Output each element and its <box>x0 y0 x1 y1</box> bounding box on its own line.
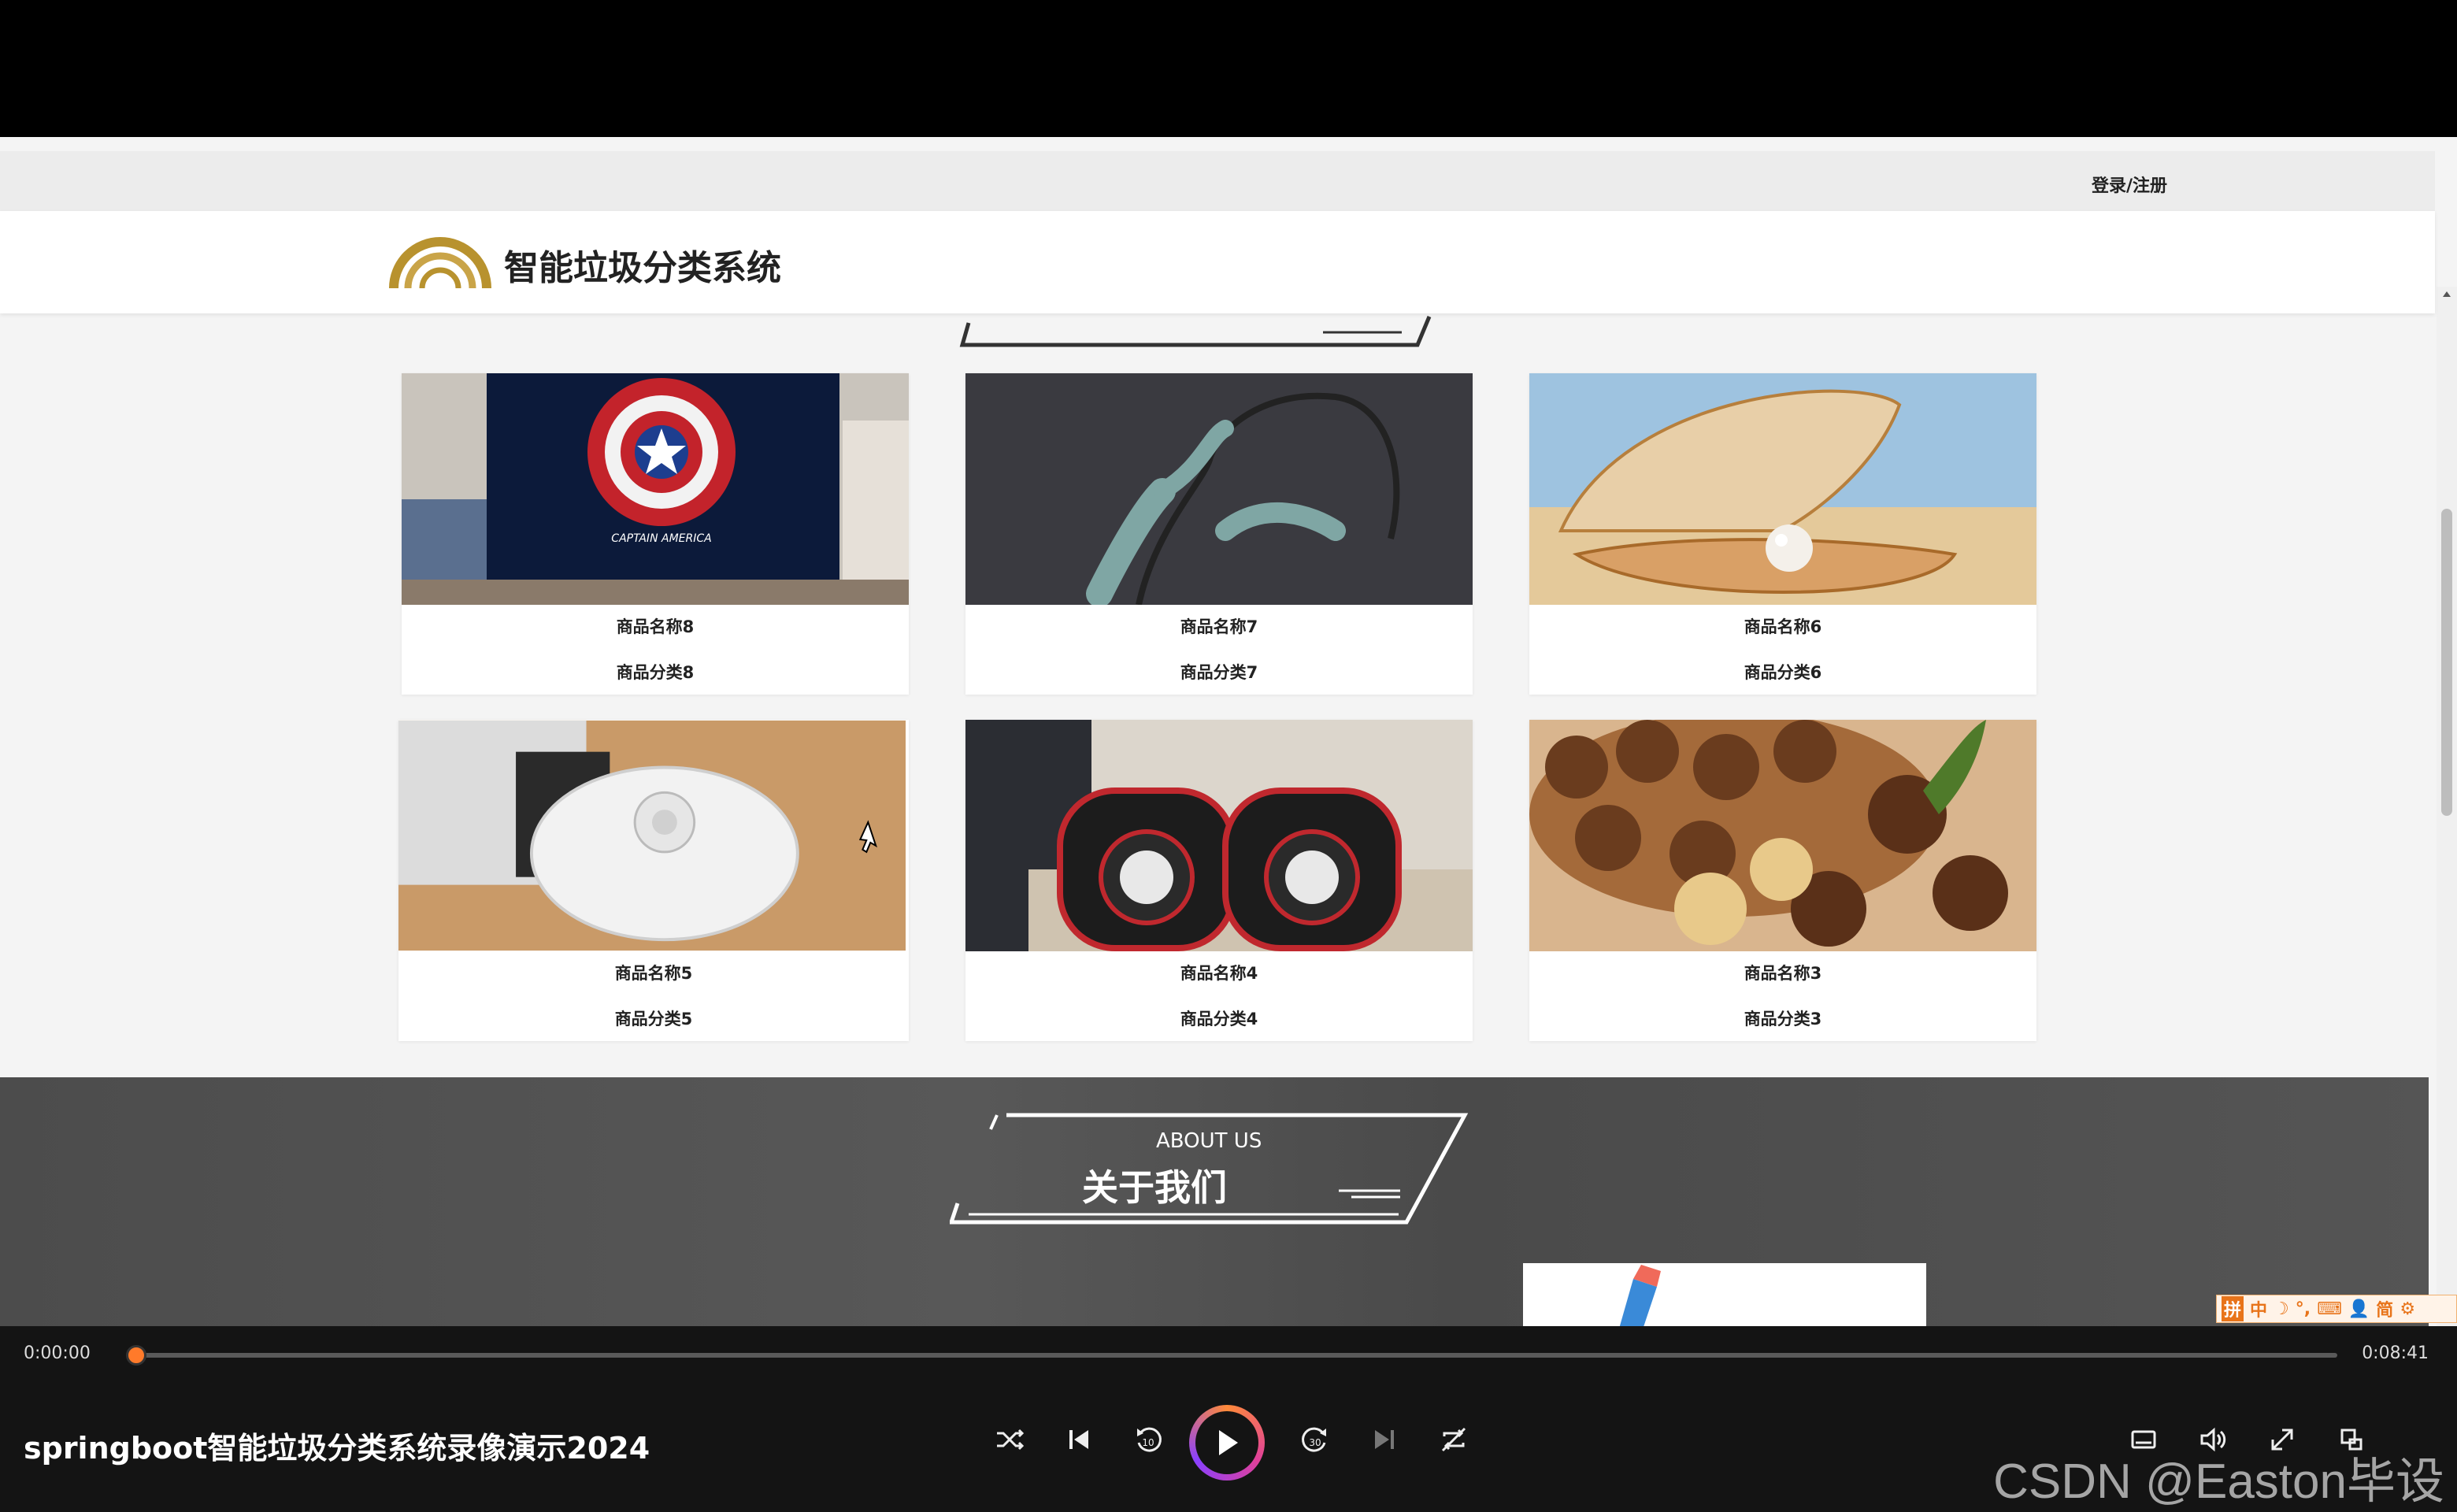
product-card-8[interactable]: CAPTAIN AMERICA 商品名称8 商品分类8 <box>402 373 909 695</box>
site-title: 智能垃圾分类系统 <box>504 248 781 288</box>
scroll-up-arrow-icon[interactable] <box>2443 291 2451 297</box>
ime-moon-icon[interactable]: ☽ <box>2274 1299 2289 1319</box>
product-category: 商品分类5 <box>614 1010 693 1028</box>
video-title: springboot智能垃圾分类系统录像演示2024 <box>24 1431 650 1466</box>
bone-conduction-headphones-image <box>965 373 1473 605</box>
play-button-inner <box>1195 1411 1258 1474</box>
forward-30-icon: 30 <box>1302 1427 1326 1452</box>
progress-handle[interactable] <box>126 1345 146 1366</box>
play-icon <box>1219 1430 1238 1455</box>
robot-vacuum-image <box>398 720 909 951</box>
product-card-3[interactable]: 商品名称3 商品分类3 <box>1529 720 2036 1041</box>
current-time: 0:00:00 <box>24 1343 91 1363</box>
product-name: 商品名称6 <box>1744 617 1822 636</box>
loop-button[interactable] <box>1430 1416 1477 1463</box>
ime-chinese-mode[interactable]: 中 <box>2250 1296 2267 1321</box>
ime-punctuation-icon[interactable]: °, <box>2296 1299 2311 1319</box>
about-image <box>1523 1263 1926 1326</box>
duration: 0:08:41 <box>2362 1343 2429 1363</box>
vertical-scrollbar[interactable] <box>2437 287 2457 1326</box>
video-player-controls: 0:00:00 0:08:41 springboot智能垃圾分类系统录像演示20… <box>0 1326 2457 1512</box>
webpage-viewport: 登录/注册 智能垃圾分类系统 CAPTAIN AMERICA 商品名称8 商品分… <box>0 137 2457 1326</box>
section-title-decoration <box>959 316 1432 347</box>
scrollbar-thumb[interactable] <box>2441 509 2452 816</box>
ime-simplified-mode[interactable]: 简 <box>2376 1296 2393 1321</box>
shuffle-button[interactable] <box>986 1416 1033 1463</box>
tv-caption: CAPTAIN AMERICA <box>611 532 711 545</box>
top-bar: 登录/注册 <box>0 151 2435 216</box>
product-category: 商品分类4 <box>1180 1010 1258 1028</box>
about-title-cn: 关于我们 <box>1082 1166 1227 1209</box>
shuffle-icon <box>997 1429 1025 1451</box>
progress-track[interactable] <box>135 1353 2337 1358</box>
ime-toolbar[interactable]: 拼 中 ☽ °, ⌨ 👤 简 ⚙ <box>2216 1295 2457 1323</box>
login-register-link[interactable]: 登录/注册 <box>2092 172 2167 197</box>
svg-text:10: 10 <box>1142 1437 1154 1448</box>
ime-keyboard-icon[interactable]: ⌨ <box>2317 1299 2342 1319</box>
ime-settings-icon[interactable]: ⚙ <box>2400 1299 2415 1319</box>
next-button[interactable] <box>1361 1416 1408 1463</box>
product-name: 商品名称3 <box>1744 964 1822 983</box>
rewind-10-icon: 10 <box>1137 1427 1162 1452</box>
rewind-10-button[interactable]: 10 <box>1125 1416 1172 1463</box>
loop-off-icon <box>1441 1427 1466 1452</box>
about-section: ABOUT US 关于我们 <box>0 1077 2429 1326</box>
csdn-watermark: CSDN @Easton毕设 <box>1993 1455 2444 1509</box>
pearl-shell-image <box>1529 373 2036 605</box>
product-card-5[interactable]: 商品名称5 商品分类5 <box>398 720 909 1041</box>
previous-button[interactable] <box>1055 1416 1102 1463</box>
macadamia-nuts-image <box>1529 720 2036 951</box>
logo-icon <box>389 237 491 289</box>
product-name: 商品名称7 <box>1180 617 1258 636</box>
product-name: 商品名称4 <box>1180 964 1258 983</box>
ime-logo-icon[interactable]: 拼 <box>2222 1296 2244 1321</box>
product-card-7[interactable]: 商品名称7 商品分类7 <box>965 373 1473 695</box>
site-header: 智能垃圾分类系统 <box>0 211 2435 313</box>
speakers-image <box>965 720 1473 951</box>
product-card-6[interactable]: 商品名称6 商品分类6 <box>1529 373 2036 695</box>
previous-icon <box>1069 1430 1088 1449</box>
forward-30-button[interactable]: 30 <box>1292 1416 1339 1463</box>
svg-text:30: 30 <box>1309 1437 1321 1448</box>
about-title-en: ABOUT US <box>1156 1129 1262 1153</box>
product-category: 商品分类6 <box>1744 663 1822 682</box>
play-button[interactable] <box>1189 1405 1265 1480</box>
top-letterbox <box>0 0 2457 137</box>
product-card-4[interactable]: 商品名称4 商品分类4 <box>965 720 1473 1041</box>
product-category: 商品分类3 <box>1744 1010 1822 1028</box>
captain-america-tv-image: CAPTAIN AMERICA <box>402 373 909 605</box>
product-category: 商品分类7 <box>1180 663 1258 682</box>
product-category: 商品分类8 <box>616 663 695 682</box>
next-icon <box>1375 1430 1394 1449</box>
product-name: 商品名称5 <box>614 964 693 983</box>
ime-user-icon[interactable]: 👤 <box>2348 1299 2370 1319</box>
product-name: 商品名称8 <box>616 617 695 636</box>
